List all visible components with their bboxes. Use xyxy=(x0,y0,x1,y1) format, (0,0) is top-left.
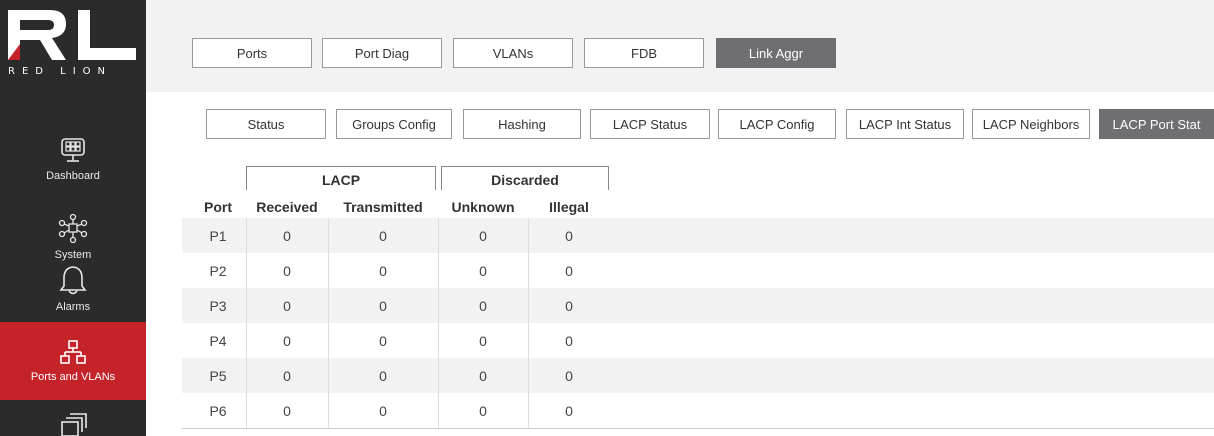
column-divider xyxy=(246,253,247,288)
stack-icon xyxy=(61,413,87,436)
sidebar: RED LION Dashboard System Alarms Ports a… xyxy=(0,0,160,436)
table-cell: 0 xyxy=(283,402,291,419)
column-divider xyxy=(528,288,529,323)
table-row: P4 0 0 0 0 xyxy=(182,323,1214,358)
sidebar-item-alarms[interactable]: Alarms xyxy=(0,256,146,322)
table-cell: 0 xyxy=(379,262,387,279)
table-cell: P1 xyxy=(209,227,227,244)
table-cell: 0 xyxy=(565,332,573,349)
table-cell: 0 xyxy=(379,367,387,384)
column-divider xyxy=(328,358,329,393)
table-cell: 0 xyxy=(565,402,573,419)
column-divider xyxy=(438,218,439,253)
table-cell: 0 xyxy=(565,262,573,279)
table-cell: 0 xyxy=(283,332,291,349)
column-divider xyxy=(328,323,329,358)
tab-lacp-status[interactable]: LACP Status xyxy=(590,109,710,139)
tab-lacp-neighbors[interactable]: LACP Neighbors xyxy=(972,109,1090,139)
table-row: P5 0 0 0 0 xyxy=(182,358,1214,393)
rl-logo-icon xyxy=(8,10,136,60)
table-cell: 0 xyxy=(379,332,387,349)
table-cell: 0 xyxy=(479,227,487,244)
column-divider xyxy=(328,288,329,323)
table-cell: 0 xyxy=(479,297,487,314)
tab-lacp-port-stat[interactable]: LACP Port Stat xyxy=(1099,109,1214,139)
dashboard-icon xyxy=(61,138,85,162)
tab-hashing[interactable]: Hashing xyxy=(463,109,581,139)
column-header-port: Port xyxy=(204,199,232,215)
sidebar-item-label: Alarms xyxy=(55,301,91,313)
column-divider xyxy=(528,393,529,428)
sub-tab-bar: Status Groups Config Hashing LACP Status… xyxy=(170,92,1214,160)
column-header-unknown: Unknown xyxy=(451,199,515,215)
column-divider xyxy=(438,253,439,288)
system-icon xyxy=(58,213,88,243)
column-divider xyxy=(328,253,329,288)
table-cell: 0 xyxy=(379,297,387,314)
table-cell: 0 xyxy=(283,227,291,244)
column-divider xyxy=(246,218,247,253)
table-cell: 0 xyxy=(283,262,291,279)
column-divider xyxy=(438,393,439,428)
sidebar-item-dashboard[interactable]: Dashboard xyxy=(0,126,146,192)
sidebar-item-label: Dashboard xyxy=(46,170,100,182)
tab-vlans[interactable]: VLANs xyxy=(453,38,573,68)
top-tab-bar: Ports Port Diag VLANs FDB Link Aggr xyxy=(146,0,1214,92)
table-cell: 0 xyxy=(379,227,387,244)
column-divider xyxy=(246,358,247,393)
tab-lacp-int-status[interactable]: LACP Int Status xyxy=(846,109,964,139)
column-divider xyxy=(438,288,439,323)
column-divider xyxy=(528,253,529,288)
column-divider xyxy=(246,323,247,358)
table-cell: 0 xyxy=(479,367,487,384)
column-header-received: Received xyxy=(256,199,318,215)
tab-port-diag[interactable]: Port Diag xyxy=(322,38,442,68)
table-row: P3 0 0 0 0 xyxy=(182,288,1214,323)
logo-text: RED LION xyxy=(8,66,113,77)
column-divider xyxy=(328,393,329,428)
tab-lacp-config[interactable]: LACP Config xyxy=(718,109,836,139)
bell-icon xyxy=(59,266,87,295)
table-row: P6 0 0 0 0 xyxy=(182,393,1214,428)
tab-ports[interactable]: Ports xyxy=(192,38,312,68)
column-divider xyxy=(528,358,529,393)
column-divider xyxy=(246,393,247,428)
table-cell: P5 xyxy=(209,367,227,384)
sidebar-item-label: Ports and VLANs xyxy=(30,371,116,383)
column-divider xyxy=(438,358,439,393)
tab-status[interactable]: Status xyxy=(206,109,326,139)
tab-fdb[interactable]: FDB xyxy=(584,38,704,68)
table-cell: 0 xyxy=(565,297,573,314)
table-cell: 0 xyxy=(479,402,487,419)
table-cell: 0 xyxy=(565,227,573,244)
tab-link-aggr[interactable]: Link Aggr xyxy=(716,38,836,68)
table-bottom-border xyxy=(182,428,1214,429)
group-header-lacp: LACP xyxy=(246,166,436,190)
tab-groups-config[interactable]: Groups Config xyxy=(336,109,452,139)
network-icon xyxy=(60,340,86,364)
table-cell: 0 xyxy=(283,297,291,314)
table-row: P2 0 0 0 0 xyxy=(182,253,1214,288)
column-divider xyxy=(528,218,529,253)
sidebar-item-more[interactable] xyxy=(0,410,146,436)
column-header-illegal: Illegal xyxy=(549,199,589,215)
table-cell: 0 xyxy=(565,367,573,384)
column-divider xyxy=(246,288,247,323)
sidebar-item-ports-and-vlans[interactable]: Ports and VLANs xyxy=(0,322,160,400)
table-cell: 0 xyxy=(379,402,387,419)
column-divider xyxy=(438,323,439,358)
table-cell: 0 xyxy=(283,367,291,384)
table-cell: P4 xyxy=(209,332,227,349)
table-cell: 0 xyxy=(479,332,487,349)
group-header-discarded: Discarded xyxy=(441,166,609,190)
red-lion-logo[interactable]: RED LION xyxy=(0,0,146,92)
table-cell: P2 xyxy=(209,262,227,279)
column-header-transmitted: Transmitted xyxy=(343,199,423,215)
table-row: P1 0 0 0 0 xyxy=(182,218,1214,253)
table-cell: P3 xyxy=(209,297,227,314)
table-cell: 0 xyxy=(479,262,487,279)
table-cell: P6 xyxy=(209,402,227,419)
column-divider xyxy=(528,323,529,358)
column-divider xyxy=(328,218,329,253)
